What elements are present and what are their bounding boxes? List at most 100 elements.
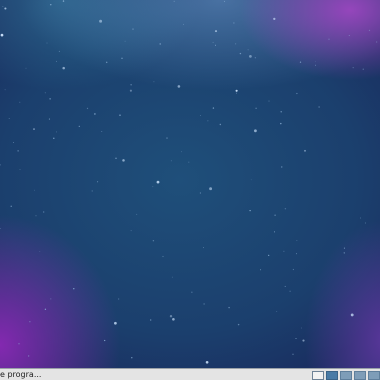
star: [273, 17, 276, 21]
star: [249, 55, 252, 58]
star: [350, 313, 354, 317]
star: [296, 92, 298, 95]
star: [46, 42, 48, 44]
star: [132, 28, 134, 30]
star: [253, 129, 257, 133]
star: [171, 276, 173, 278]
star: [105, 61, 108, 64]
star: [181, 151, 183, 153]
star: [122, 159, 125, 162]
star: [166, 137, 168, 139]
star: [136, 213, 138, 215]
star: [44, 92, 46, 94]
star: [97, 181, 99, 183]
star: [29, 321, 31, 323]
star: [235, 89, 238, 92]
star: [188, 161, 190, 163]
star: [315, 61, 316, 63]
star: [268, 100, 270, 102]
star: [162, 255, 164, 258]
star: [249, 209, 251, 212]
star: [268, 254, 270, 257]
star: [296, 240, 298, 241]
star: [280, 111, 282, 113]
star: [233, 22, 235, 24]
star: [156, 180, 160, 184]
system-tray: [310, 370, 380, 380]
star: [172, 317, 175, 321]
star: [33, 128, 35, 131]
star: [153, 81, 155, 83]
star: [364, 222, 366, 224]
star: [86, 107, 89, 110]
star: [44, 308, 47, 310]
star: [237, 323, 240, 326]
star: [274, 214, 276, 217]
star: [99, 19, 103, 23]
star: [283, 250, 285, 252]
star: [304, 149, 306, 152]
starfield: [0, 0, 378, 364]
run-program-button[interactable]: e progra...: [0, 369, 120, 380]
star: [130, 230, 132, 232]
star: [4, 89, 6, 91]
star: [360, 217, 362, 219]
star: [328, 38, 330, 40]
star: [25, 67, 27, 69]
star: [214, 30, 218, 33]
star: [4, 7, 7, 10]
star: [255, 107, 257, 109]
star: [228, 306, 230, 309]
star: [200, 114, 201, 116]
star: [131, 357, 133, 359]
star: [203, 303, 205, 305]
workspace-3-button[interactable]: [354, 370, 366, 380]
star: [33, 189, 35, 191]
star: [212, 41, 214, 43]
star: [101, 131, 103, 132]
star: [276, 311, 278, 312]
star: [48, 118, 50, 120]
star: [2, 6, 4, 8]
star: [254, 57, 256, 59]
star: [343, 252, 345, 254]
star: [53, 137, 55, 140]
star: [55, 60, 57, 62]
star: [368, 29, 371, 32]
star: [235, 43, 237, 45]
star: [159, 43, 161, 45]
star: [62, 0, 65, 2]
star: [362, 68, 364, 70]
star: [0, 164, 1, 166]
star: [78, 125, 80, 128]
star: [209, 187, 213, 191]
star: [273, 231, 276, 233]
star: [348, 34, 350, 36]
star: [292, 268, 295, 271]
star: [114, 321, 117, 325]
star: [115, 157, 117, 159]
star: [219, 123, 221, 126]
star: [50, 298, 52, 300]
star: [49, 98, 51, 100]
workspace-4-button[interactable]: [368, 370, 380, 380]
workspace-2-button[interactable]: [340, 370, 352, 380]
show-desktop-icon[interactable]: [312, 370, 324, 380]
workspace-1-button[interactable]: [326, 370, 338, 380]
star: [212, 107, 215, 109]
star: [173, 0, 175, 2]
star: [18, 342, 20, 345]
star: [352, 66, 354, 69]
star: [12, 141, 14, 143]
star: [58, 50, 60, 52]
star: [121, 57, 123, 60]
star: [8, 118, 10, 119]
star: [124, 40, 126, 42]
star: [43, 211, 45, 213]
star: [207, 120, 209, 122]
star: [73, 288, 75, 290]
star: [129, 89, 132, 92]
star: [150, 319, 152, 321]
desktop-background: [0, 0, 380, 368]
star: [214, 44, 217, 46]
